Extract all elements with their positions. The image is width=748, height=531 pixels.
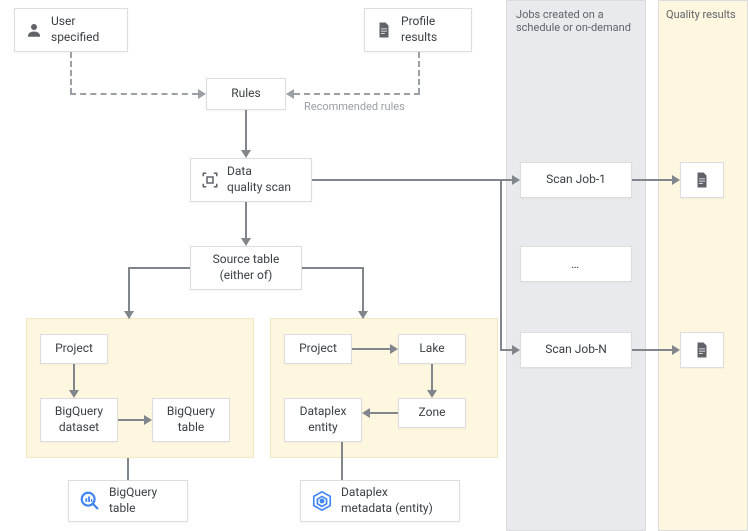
connector <box>302 267 364 269</box>
connector <box>500 349 512 351</box>
document-icon <box>375 21 393 39</box>
dataplex-icon <box>311 490 333 512</box>
node-bq-dataset: BigQuery dataset <box>40 398 118 442</box>
jobs-ellipsis-label: … <box>571 257 581 271</box>
connector <box>370 412 398 414</box>
bq-table-label: BigQuery table <box>167 404 215 435</box>
arrowhead-icon <box>672 345 680 355</box>
arrowhead-icon <box>241 238 251 246</box>
bigquery-icon <box>79 490 101 512</box>
connector <box>73 364 75 390</box>
bq-table-result-label: BigQuery table <box>109 485 157 516</box>
dp-project-label: Project <box>299 341 337 357</box>
connector <box>431 364 433 390</box>
panel-quality-results <box>658 0 748 531</box>
node-scan-job-n: Scan Job-N <box>520 332 632 368</box>
profile-results-label: Profile results <box>401 14 437 45</box>
node-bq-project: Project <box>40 334 108 364</box>
connector <box>128 267 190 269</box>
arrowhead-icon <box>144 415 152 425</box>
arrowhead-icon <box>390 344 398 354</box>
arrowhead-icon <box>124 311 134 319</box>
node-profile-results: Profile results <box>364 8 472 52</box>
arrowhead-icon <box>427 390 437 398</box>
node-dp-zone: Zone <box>398 398 466 428</box>
arrowhead-icon <box>198 89 206 99</box>
connector <box>632 179 672 181</box>
panel-results-label: Quality results <box>666 8 736 21</box>
bq-project-label: Project <box>55 341 93 357</box>
arrowhead-icon <box>512 345 520 355</box>
node-result-doc-n <box>680 332 724 368</box>
node-scan-job-1: Scan Job-1 <box>520 162 632 198</box>
arrowhead-icon <box>512 175 520 185</box>
arrowhead-icon <box>358 311 368 319</box>
arrowhead-icon <box>286 89 294 99</box>
connector <box>294 93 420 95</box>
dataplex-metadata-label: Dataplex metadata (entity) <box>341 485 433 516</box>
connector <box>118 419 144 421</box>
node-dp-project: Project <box>284 334 352 364</box>
dp-zone-label: Zone <box>419 405 446 421</box>
node-bq-table-result: BigQuery table <box>68 480 188 522</box>
connector <box>632 349 672 351</box>
connector <box>500 179 502 350</box>
connector <box>341 442 343 480</box>
node-dp-lake: Lake <box>398 334 466 364</box>
node-rules: Rules <box>206 78 286 110</box>
connector <box>70 93 198 95</box>
connector <box>245 202 247 238</box>
user-icon <box>25 21 43 39</box>
node-result-doc-1 <box>680 162 724 198</box>
document-icon <box>693 171 711 189</box>
node-dp-entity: Dataplex entity <box>284 398 362 442</box>
node-bq-table: BigQuery table <box>152 398 230 442</box>
user-specified-label: User specified <box>51 14 99 45</box>
arrowhead-icon <box>362 408 370 418</box>
data-quality-scan-label: Data quality scan <box>227 164 291 195</box>
dp-lake-label: Lake <box>419 341 444 357</box>
panel-jobs-label: Jobs created on a schedule or on-demand <box>516 8 631 34</box>
scan-icon <box>201 171 219 189</box>
source-table-label: Source table (either of) <box>213 252 280 283</box>
connector <box>312 179 512 181</box>
recommended-rules-caption: Recommended rules <box>304 100 405 113</box>
arrowhead-icon <box>672 175 680 185</box>
scan-job-1-label: Scan Job-1 <box>546 172 606 188</box>
node-user-specified: User specified <box>14 8 128 52</box>
arrowhead-icon <box>241 150 251 158</box>
document-icon <box>693 341 711 359</box>
dp-entity-label: Dataplex entity <box>300 404 347 435</box>
node-source-table: Source table (either of) <box>190 246 302 290</box>
bq-dataset-label: BigQuery dataset <box>55 404 103 435</box>
node-data-quality-scan: Data quality scan <box>190 158 312 202</box>
arrowhead-icon <box>69 390 79 398</box>
scan-job-n-label: Scan Job-N <box>545 342 607 358</box>
connector <box>418 52 420 94</box>
connector <box>245 110 247 150</box>
node-dataplex-metadata: Dataplex metadata (entity) <box>300 480 460 522</box>
rules-label: Rules <box>231 86 260 102</box>
connector <box>352 348 390 350</box>
connector <box>70 52 72 94</box>
connector <box>127 458 129 480</box>
node-jobs-ellipsis: … <box>520 246 632 282</box>
